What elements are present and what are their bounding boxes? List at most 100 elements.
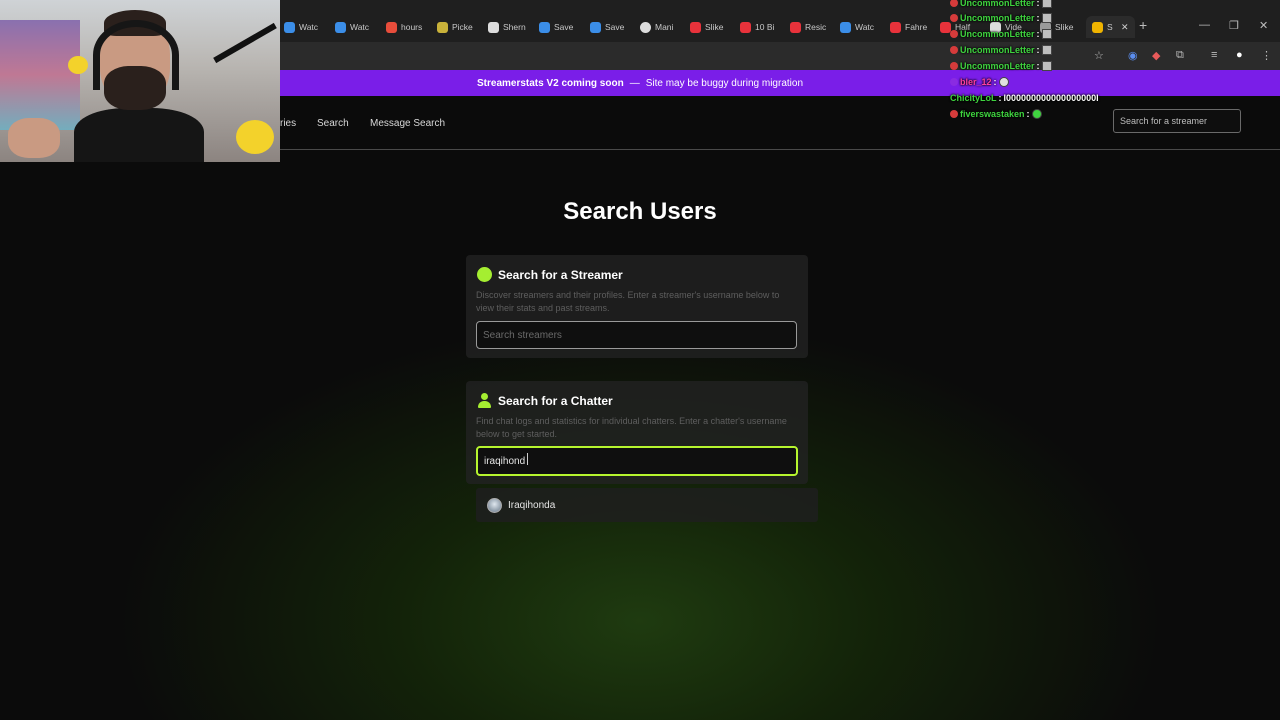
minimize-button[interactable]: — [1199,19,1210,31]
tab-label: Save [554,22,574,32]
bookmark-star-icon[interactable]: ☆ [1094,49,1104,62]
browser-tab[interactable]: Mani [640,16,681,38]
webcam-person-body [74,108,204,162]
streamer-card-description: Discover streamers and their profiles. E… [476,290,780,313]
menu-dots-icon[interactable]: ⋮ [1261,49,1272,62]
browser-tab[interactable]: Fahre [890,16,931,38]
streamer-card-heading: Search for a Streamer [498,267,623,282]
chat-separator: : [998,93,1002,103]
tab-favicon-icon [539,21,550,33]
chat-message: UncommonLetter: [950,61,1052,71]
badge-icon [950,62,958,70]
chat-message: UncommonLetter: [950,29,1052,39]
streamer-card-heading-row: Search for a Streamer [477,267,623,282]
profile-avatar[interactable]: ● [1236,49,1243,61]
nav-link-search[interactable]: Search [317,118,349,129]
badge-icon [950,110,958,118]
tab-favicon-icon [590,21,601,33]
tab-label: Fahre [905,22,928,32]
emote-icon [1041,45,1052,55]
youtube-icon [690,21,701,33]
browser-tab[interactable]: Picke [437,16,478,38]
streamer-search-card: Search for a Streamer Discover streamers… [466,255,808,358]
chat-username: UncommonLetter [960,45,1035,55]
webcam-overlay [0,0,280,162]
close-window-button[interactable]: ✕ [1259,19,1268,32]
browser-tab[interactable]: Watc [335,16,376,38]
chatter-card-description: Find chat logs and statistics for indivi… [476,416,787,439]
maximize-button[interactable]: ❐ [1229,19,1239,32]
streamer-search-input[interactable] [476,321,797,349]
tab-favicon-icon [386,21,397,33]
browser-tab-active[interactable]: S ✕ [1086,16,1135,38]
extensions-puzzle-icon[interactable]: ⧉ [1176,49,1184,62]
banner-message: Site may be buggy during migration [645,77,804,89]
browser-tab[interactable]: Save [539,16,580,38]
tab-label: Watc [855,22,875,32]
tab-label: 10 Bi [755,22,775,32]
browser-tab[interactable]: Slike [690,16,731,38]
tab-label: hours [401,22,423,32]
tab-search-icon[interactable]: ≡ [1211,49,1217,61]
browser-tab[interactable]: Resic [790,16,831,38]
tab-favicon-icon [840,21,851,33]
webcam-headphones [93,20,179,90]
chatter-card-heading: Search for a Chatter [498,393,613,408]
badge-icon [950,30,958,38]
tab-label: Resic [805,22,827,32]
chat-message: bler_12: [950,77,1009,87]
close-tab-icon[interactable]: ✕ [1121,22,1129,33]
chat-message: UncommonLetter: [950,45,1052,55]
page-title: Search Users [563,198,717,225]
suggestion-name: Iraqihonda [508,499,556,511]
emote-icon [1041,0,1052,8]
x-icon [488,21,499,33]
tab-label: Save [605,22,625,32]
browser-tab[interactable]: Watc [840,16,881,38]
tab-favicon-icon [335,21,346,33]
tab-label: Slike [705,22,724,32]
chat-username: UncommonLetter [960,0,1035,8]
emote-icon [1041,61,1052,71]
avatar [487,497,502,513]
chat-message: ChicityLoL: l000000000000000000l [950,93,1099,103]
badge-icon [950,0,958,7]
browser-tab[interactable]: Watc [284,16,325,38]
chatter-search-card: Search for a Chatter Find chat logs and … [466,381,808,484]
chatter-suggestion-item[interactable]: Iraqihonda [476,488,818,522]
extension-icon[interactable]: ◆ [1152,49,1160,62]
extension-icon[interactable]: ◉ [1128,49,1138,62]
chat-message: fiverswastaken: [950,109,1042,119]
chatter-search-input[interactable] [476,446,798,476]
webcam-mic-arm [213,22,277,64]
user-icon [477,393,492,408]
green-dot-icon [477,267,492,282]
chat-text: l000000000000000000l [1003,93,1099,103]
emote-icon [1031,109,1042,119]
header-streamer-search-input[interactable] [1113,109,1241,133]
new-tab-button[interactable]: + [1139,17,1147,33]
screen: Watc Watc hours Picke Shern Save Save Ma… [0,0,1280,720]
emote-icon [1041,13,1052,23]
browser-tab[interactable]: Save [590,16,631,38]
webcam-plush [236,120,274,154]
badge-icon [950,46,958,54]
youtube-icon [740,21,751,33]
chat-separator: : [1036,45,1040,55]
browser-tab[interactable]: Shern [488,16,529,38]
chat-username: UncommonLetter [960,61,1035,71]
youtube-icon [790,21,801,33]
chat-username: ChicityLoL [950,93,997,103]
browser-tab[interactable]: hours [386,16,427,38]
chatter-card-heading-row: Search for a Chatter [477,393,613,408]
chat-username: fiverswastaken [960,109,1025,119]
chart-icon [1092,21,1103,33]
nav-link-message-search[interactable]: Message Search [370,118,445,129]
browser-tab[interactable]: 10 Bi [740,16,781,38]
nav-link-categories[interactable]: ries [280,118,296,129]
emote-icon [998,77,1009,87]
webcam-shelf [0,20,80,130]
text-cursor [527,453,528,465]
tab-label: Watc [299,22,319,32]
google-icon [640,21,651,33]
